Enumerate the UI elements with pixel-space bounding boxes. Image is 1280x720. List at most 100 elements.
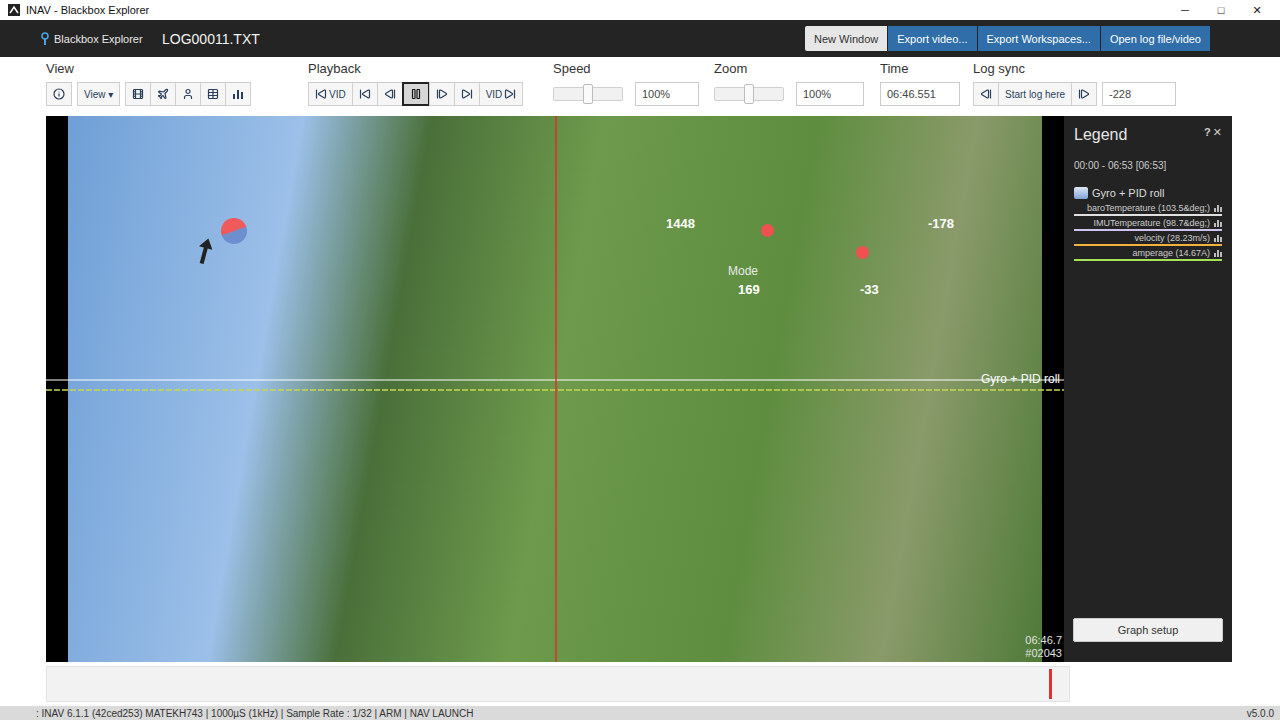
legend-panel: Legend?✕00:00 - 06:53 [06:53]Gyro + PID …: [1064, 116, 1232, 662]
group-label: View: [46, 61, 308, 76]
title-bar: INAV - Blackbox Explorer─□✕: [0, 0, 1280, 20]
time-field[interactable]: 06:46.551: [880, 82, 960, 106]
slider-thumb[interactable]: [583, 84, 593, 104]
playback-button[interactable]: [377, 82, 403, 106]
zoom-field[interactable]: 100%: [796, 82, 864, 106]
graph-options-icon[interactable]: [1214, 219, 1222, 227]
view-button[interactable]: [125, 82, 151, 106]
group-label: Speed: [553, 61, 714, 76]
window-control[interactable]: ✕: [1250, 4, 1264, 17]
playback-group: Playback VID VID: [308, 61, 553, 116]
skip-forward-icon: [461, 88, 473, 100]
stick-value: 1448: [666, 216, 695, 231]
timeline-row: [0, 662, 1280, 704]
view-button[interactable]: [225, 82, 251, 106]
stick-value: -33: [860, 282, 879, 297]
playback-button[interactable]: VID: [308, 82, 353, 106]
header-button[interactable]: Export Workspaces...: [978, 26, 1100, 51]
graph-options-icon[interactable]: [1214, 234, 1222, 242]
log-sync-button[interactable]: Start log here: [998, 82, 1072, 106]
legend-group-header[interactable]: Gyro + PID roll: [1074, 187, 1222, 199]
step-forward-icon: [1078, 88, 1090, 100]
group-label: Log sync: [973, 61, 1193, 76]
view-button[interactable]: [175, 82, 201, 106]
view-group: View View ▾: [46, 61, 308, 116]
app-window: INAV - Blackbox Explorer─□✕Blackbox Expl…: [0, 0, 1280, 720]
zoom-slider[interactable]: [714, 87, 784, 101]
group-label: Zoom: [714, 61, 880, 76]
window-control[interactable]: ─: [1178, 4, 1192, 17]
cursor-line[interactable]: [555, 116, 557, 662]
mode-label: Mode: [728, 264, 758, 278]
logo-icon: [40, 32, 50, 46]
window-control[interactable]: □: [1214, 4, 1228, 17]
help-button[interactable]: ?: [1204, 126, 1211, 139]
playback-button[interactable]: [429, 82, 455, 106]
legend-item[interactable]: amperage (14.67A): [1074, 246, 1222, 261]
sticks-icon: [182, 88, 194, 100]
playback-button[interactable]: VID: [479, 82, 524, 106]
playback-button[interactable]: [402, 82, 430, 106]
skip-forward-icon: [504, 88, 516, 100]
zoom-group: Zoom 100%: [714, 61, 880, 116]
craft-arrow: [198, 238, 212, 268]
main-area: Mode 1448 169 -178 -33 Gyro + PID roll 06:46.7…: [0, 116, 1280, 662]
chart-icon: [232, 88, 244, 100]
graph-setup-button[interactable]: Graph setup: [1073, 618, 1223, 642]
info-icon: [53, 88, 65, 100]
view-button[interactable]: [46, 82, 72, 106]
group-label: Playback: [308, 61, 553, 76]
view-dropdown[interactable]: View ▾: [77, 82, 120, 106]
step-back-icon: [384, 88, 396, 100]
window-controls: ─ □ ✕: [1178, 4, 1272, 17]
graph-label: Gyro + PID roll: [981, 372, 1060, 386]
group-swatch: [1074, 187, 1088, 199]
header-button[interactable]: Open log file/video: [1101, 26, 1210, 51]
table-icon: [207, 88, 219, 100]
craft-icon: [157, 88, 169, 100]
legend-icons: ?✕: [1204, 126, 1222, 139]
log-sync-button[interactable]: [1071, 82, 1097, 106]
step-forward-icon: [436, 88, 448, 100]
legend-range: 00:00 - 06:53 [06:53]: [1074, 160, 1222, 171]
view-button[interactable]: [150, 82, 176, 106]
time-group: Time06:46.551: [880, 61, 973, 116]
playback-button[interactable]: [352, 82, 378, 106]
header-button[interactable]: Export video...: [888, 26, 976, 51]
file-name: LOG00011.TXT: [162, 31, 805, 47]
timeline[interactable]: [46, 666, 1070, 702]
speed-slider[interactable]: [553, 87, 623, 101]
video-view: Mode 1448 169 -178 -33 Gyro + PID roll 06:46.7…: [46, 116, 1064, 662]
legend-item[interactable]: velocity (28.23m/s): [1074, 231, 1222, 246]
zoom-controls: 100%: [714, 82, 880, 106]
stick-value: -178: [928, 216, 954, 231]
skip-back-icon: [359, 88, 371, 100]
playback-controls: VID VID: [308, 82, 553, 106]
speed-field[interactable]: 100%: [635, 82, 699, 106]
speed-controls: 100%: [553, 82, 714, 106]
stick-value: 169: [738, 282, 760, 297]
graph-options-icon[interactable]: [1214, 249, 1222, 257]
timeline-marker[interactable]: [1049, 669, 1052, 699]
stick-dot: [856, 246, 869, 259]
legend-header: Legend?✕: [1074, 126, 1222, 144]
legend-title: Legend: [1074, 126, 1127, 144]
log-sync-button[interactable]: [973, 82, 999, 106]
log-sync-field[interactable]: -228: [1102, 82, 1176, 106]
legend-item[interactable]: IMUTemperature (98.7&deg;): [1074, 216, 1222, 231]
playback-button[interactable]: [454, 82, 480, 106]
view-button[interactable]: [200, 82, 226, 106]
app-icon: [8, 4, 20, 16]
legend-item[interactable]: baroTemperature (103.5&deg;): [1074, 201, 1222, 216]
skip-back-icon: [315, 88, 327, 100]
slider-thumb[interactable]: [744, 84, 754, 104]
close-button[interactable]: ✕: [1213, 126, 1222, 139]
version: v5.0.0: [1247, 708, 1274, 719]
pause-icon: [410, 88, 422, 100]
video-icon: [132, 88, 144, 100]
graph-options-icon[interactable]: [1214, 204, 1222, 212]
header-button[interactable]: New Window: [805, 26, 887, 51]
video-stamp: 06:46.7#02043: [1025, 634, 1062, 660]
app-header: Blackbox ExplorerLOG00011.TXTNew WindowE…: [0, 20, 1280, 57]
toolbar: View View ▾ Playback VID VID Speed 100% Zoom 100…: [0, 57, 1280, 116]
